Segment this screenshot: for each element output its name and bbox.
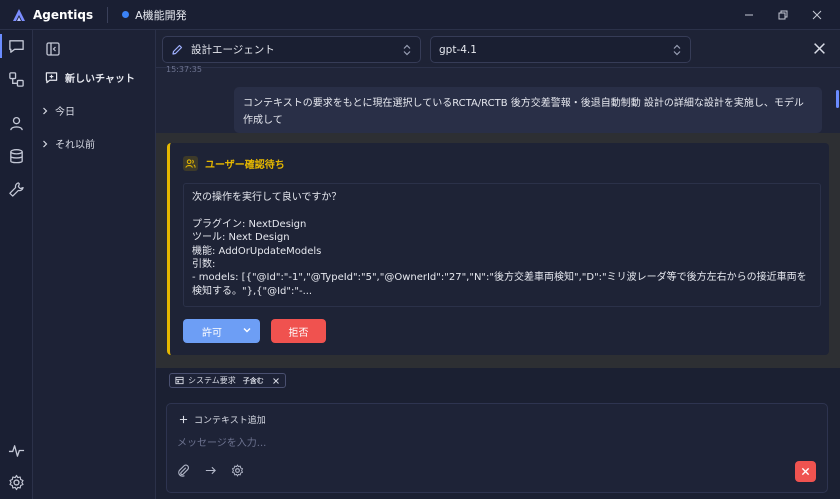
allow-button[interactable]: 許可 [183,319,260,343]
user-message: コンテキストの要求をもとに現在選択しているRCTA/RCTB 後方交差警報・後退… [234,87,822,133]
confirm-details: 次の操作を実行して良いですか？ プラグイン: NextDesign ツール: N… [183,183,821,307]
window-controls [732,0,834,30]
activity-icon[interactable] [8,442,25,459]
confirm-title: ユーザー確認待ち [205,160,285,171]
new-chat-label: 新しいチャット [65,74,135,85]
settings-icon[interactable] [8,474,25,491]
minimize-button[interactable] [732,0,766,30]
sidebar-toggle-icon[interactable] [46,42,60,56]
workflow-icon[interactable] [8,71,25,88]
chevron-right-icon [43,107,48,114]
user-confirmation-card: ユーザー確認待ち 次の操作を実行して良いですか？ プラグイン: NextDesi… [167,143,829,355]
app-name: Agentiqs [33,7,94,22]
select-arrows-icon [673,44,681,56]
context-chip[interactable]: システム要求 子含む [169,373,286,388]
project-status-dot [122,11,130,18]
title-divider [107,6,109,23]
stop-button[interactable] [795,461,816,482]
window-close-button[interactable] [800,0,834,30]
restore-icon [778,10,788,20]
reject-button-label: 拒否 [288,327,309,339]
activity-bar [0,30,33,499]
select-arrows-icon [403,44,411,56]
agentiqs-logo-icon [13,8,25,21]
chat-topbar: 設計エージェント gpt-4.1 [156,30,840,68]
chip-sublabel: 子含む [242,376,264,385]
remove-chip-icon[interactable] [272,377,280,385]
close-panel-icon[interactable] [813,42,826,55]
plus-icon [179,415,188,424]
user-icon[interactable] [8,115,25,132]
chat-icon[interactable] [8,38,25,55]
composer-area: システム要求 子含む コンテキスト追加 [156,368,840,499]
paperclip-icon[interactable] [177,464,190,477]
sidebar-group-label: それ以前 [55,140,95,151]
chevron-down-icon[interactable] [242,325,252,335]
chat-sidebar: 新しいチャット 今日 それ以前 [33,30,156,499]
database-icon[interactable] [8,148,25,165]
minimize-icon [745,14,753,16]
title-bar: Agentiqs A機能開発 [0,0,840,30]
model-icon [175,376,184,385]
project-name[interactable]: A機能開発 [135,7,187,23]
message-input[interactable] [177,434,777,452]
agent-select-value: 設計エージェント [191,44,275,56]
wrench-icon[interactable] [8,181,25,198]
arrow-right-icon[interactable] [204,464,217,477]
pencil-icon [172,44,183,55]
message-timestamp: 15:37:35 [166,65,202,74]
chat-main: 設計エージェント gpt-4.1 15:37:35 コンテキストの要求をもとに現… [156,30,840,499]
new-chat-button[interactable]: 新しいチャット [45,70,135,85]
users-icon [183,156,198,171]
agent-select[interactable]: 設計エージェント [162,36,421,63]
sidebar-group-label: 今日 [55,107,75,118]
chip-label: システム要求 [188,376,236,385]
model-select-value: gpt-4.1 [439,43,477,56]
add-context-button[interactable]: コンテキスト追加 [179,413,266,426]
confirm-header: ユーザー確認待ち [183,156,285,171]
gear-icon[interactable] [231,464,244,477]
new-chat-icon [45,72,58,84]
close-icon [812,10,822,20]
active-indicator [0,34,2,58]
close-icon [801,467,810,476]
scrollbar-thumb[interactable] [836,90,839,108]
message-composer: コンテキスト追加 [166,403,828,493]
reject-button[interactable]: 拒否 [271,319,326,343]
allow-button-label: 許可 [202,327,222,339]
sidebar-group-earlier[interactable]: それ以前 [41,136,95,151]
chevron-right-icon [43,140,48,147]
sidebar-group-today[interactable]: 今日 [41,103,75,118]
model-select[interactable]: gpt-4.1 [430,36,691,63]
add-context-label: コンテキスト追加 [194,416,266,426]
restore-button[interactable] [766,0,800,30]
